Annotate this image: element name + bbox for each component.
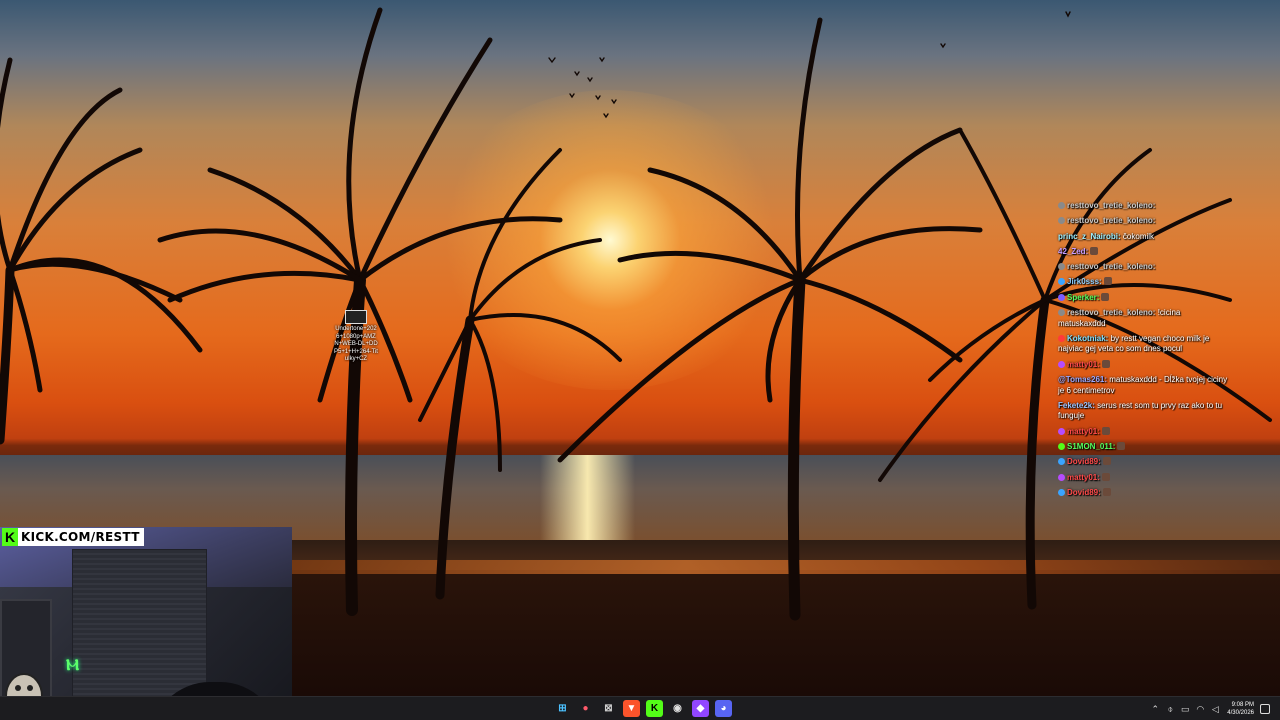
chat-badge-icon bbox=[1058, 202, 1065, 209]
kick-channel-banner: K KICK.COM/RESTT bbox=[2, 528, 144, 546]
chat-message: Dovid89: bbox=[1058, 457, 1228, 468]
volume-icon[interactable]: ◁ bbox=[1208, 702, 1222, 716]
chat-username: resttovo_tretie_koleno: bbox=[1067, 262, 1156, 272]
wifi-icon[interactable]: ◠ bbox=[1193, 702, 1207, 716]
chat-username: Sperker: bbox=[1067, 292, 1100, 302]
chat-username: 42_Zed: bbox=[1058, 246, 1089, 256]
chat-message: S1MON_011: bbox=[1058, 442, 1228, 453]
brave-icon[interactable]: ▼ bbox=[623, 700, 640, 717]
system-tray: ⌃ ⌽ ▭ ◠ ◁ 9:08 PM 4/30/2026 bbox=[1148, 697, 1280, 720]
maps-icon[interactable]: ● bbox=[577, 700, 594, 717]
kick-logo-icon: K bbox=[2, 528, 18, 546]
clock-date: 4/30/2026 bbox=[1227, 710, 1254, 716]
chat-badge-icon bbox=[1058, 334, 1065, 342]
chat-badge-icon bbox=[1058, 360, 1065, 368]
chat-badge-icon bbox=[1058, 488, 1065, 496]
webcam-window-blind bbox=[72, 549, 207, 699]
chat-message: resttovo_tretie_koleno: bbox=[1058, 216, 1228, 227]
chat-username: matty01: bbox=[1067, 472, 1100, 482]
chat-message: Sperker: bbox=[1058, 292, 1228, 304]
kick-channel-url: KICK.COM/RESTT bbox=[21, 530, 140, 544]
stream-chat-overlay: resttovo_tretie_koleno: resttovo_tretie_k… bbox=[1058, 201, 1228, 503]
chat-badge-icon bbox=[1058, 278, 1065, 286]
chat-username: matty01: bbox=[1067, 426, 1100, 436]
chat-badge-icon bbox=[1058, 443, 1065, 451]
chat-username: Fekete2k: bbox=[1058, 400, 1095, 410]
chat-username: resttovo_tretie_koleno: bbox=[1067, 216, 1156, 226]
chat-message: 42_Zed: bbox=[1058, 246, 1228, 258]
chat-emote-icon bbox=[1102, 487, 1111, 496]
webcam-feed: Ⲙ bbox=[0, 527, 292, 720]
chat-message: princ_z_Nairobi: čokomilk bbox=[1058, 232, 1228, 243]
taskbar-clock[interactable]: 9:08 PM 4/30/2026 bbox=[1227, 701, 1254, 717]
chat-emote-icon bbox=[1090, 246, 1099, 255]
chat-badge-icon bbox=[1058, 263, 1065, 271]
chat-message: @Tomas261: matuskaxddd - Dĺžka tvojej ci… bbox=[1058, 375, 1228, 396]
chat-emote-icon bbox=[1101, 359, 1110, 368]
desktop-file-icon[interactable]: Undertone+2026+1080p+AMZN+WEB-DL+DDP5+1+… bbox=[334, 310, 378, 364]
taskbar: ⊞ ● ⊠ ▼ K ◉ ◆ ◕ ⌃ ⌽ ▭ ◠ ◁ 9:08 PM 4/30/2026 bbox=[0, 696, 1280, 720]
chat-emote-icon bbox=[1101, 426, 1110, 435]
chat-emote-icon bbox=[1117, 442, 1126, 451]
energy-drink-icon: Ⲙ bbox=[66, 657, 80, 674]
clock-time: 9:08 PM bbox=[1231, 702, 1254, 708]
chat-message: Kokotniak: by restt vegan choco milk je … bbox=[1058, 334, 1228, 355]
microphone-icon[interactable]: ⌽ bbox=[1163, 702, 1177, 716]
kick-icon[interactable]: K bbox=[646, 700, 663, 717]
start-button[interactable]: ⊞ bbox=[554, 700, 571, 717]
chat-emote-icon bbox=[1101, 292, 1110, 301]
chat-message: matty01: bbox=[1058, 359, 1228, 371]
video-file-icon bbox=[345, 310, 367, 324]
chat-message: matty01: bbox=[1058, 426, 1228, 438]
chat-emote-icon bbox=[1101, 472, 1110, 481]
chat-message: resttovo_tretie_koleno: bbox=[1058, 262, 1228, 273]
chevron-up-icon[interactable]: ⌃ bbox=[1148, 702, 1162, 716]
network-icon[interactable]: ▭ bbox=[1178, 702, 1192, 716]
chat-username: princ_z_Nairobi: bbox=[1058, 231, 1121, 241]
chat-emote-icon bbox=[1103, 277, 1112, 286]
chat-badge-icon bbox=[1058, 458, 1065, 466]
xbox-icon[interactable]: ⊠ bbox=[600, 700, 617, 717]
chat-username: resttovo_tretie_koleno: bbox=[1067, 201, 1156, 210]
chat-message: resttovo_tretie_koleno: !cicina matuskax… bbox=[1058, 308, 1228, 329]
chat-username: Kokotniak: bbox=[1067, 333, 1109, 343]
chat-username: @Tomas261: bbox=[1058, 375, 1108, 384]
chat-emote-icon bbox=[1102, 457, 1111, 466]
chat-username: Dovid89: bbox=[1067, 487, 1101, 497]
chat-username: matty01: bbox=[1067, 359, 1100, 369]
chat-username: Dovid89: bbox=[1067, 457, 1101, 467]
chat-message: Dovid89: bbox=[1058, 487, 1228, 499]
chat-username: Jirk0sss: bbox=[1067, 277, 1102, 287]
chat-badge-icon bbox=[1058, 293, 1065, 301]
chat-badge-icon bbox=[1058, 473, 1065, 481]
chat-text: čokomilk bbox=[1122, 231, 1155, 241]
chat-badge-icon bbox=[1058, 217, 1065, 225]
twitch-icon[interactable]: ◆ bbox=[692, 700, 709, 717]
chat-message: Fekete2k: serus rest som tu prvy raz ako… bbox=[1058, 401, 1228, 422]
chat-message: Jirk0sss: bbox=[1058, 277, 1228, 288]
chat-badge-icon bbox=[1058, 308, 1065, 316]
chat-badge-icon bbox=[1058, 427, 1065, 435]
chat-message: resttovo_tretie_koleno: bbox=[1058, 201, 1228, 212]
chat-username: resttovo_tretie_koleno: bbox=[1067, 307, 1156, 317]
discord-icon[interactable]: ◕ bbox=[715, 700, 732, 717]
desktop-file-label: Undertone+2026+1080p+AMZN+WEB-DL+DDP5+1+… bbox=[334, 326, 378, 362]
obs-icon[interactable]: ◉ bbox=[669, 700, 686, 717]
chat-message: matty01: bbox=[1058, 472, 1228, 484]
notification-icon[interactable] bbox=[1260, 704, 1270, 714]
taskbar-apps: ⊞ ● ⊠ ▼ K ◉ ◆ ◕ bbox=[554, 700, 732, 717]
chat-username: S1MON_011: bbox=[1067, 442, 1116, 452]
